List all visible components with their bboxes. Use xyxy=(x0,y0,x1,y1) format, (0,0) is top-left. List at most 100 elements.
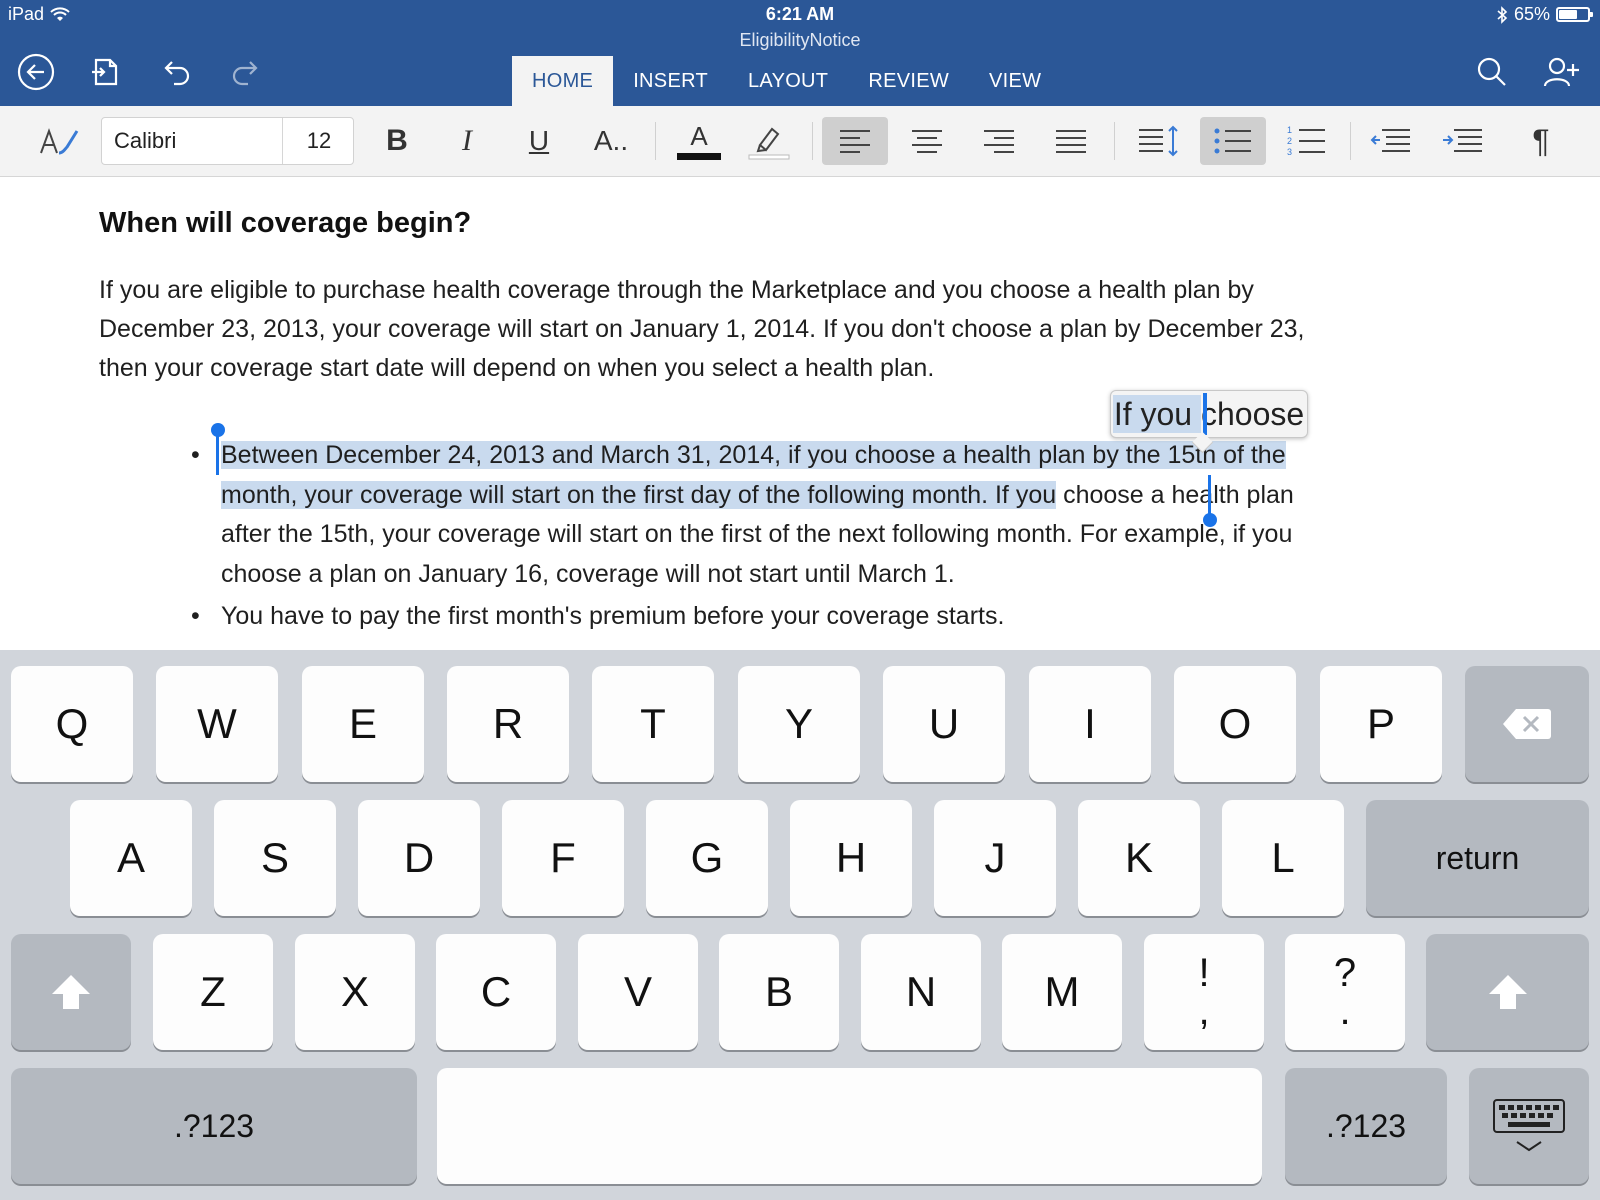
align-right-button[interactable] xyxy=(966,117,1032,165)
line-spacing-button[interactable] xyxy=(1126,117,1192,165)
justify-icon xyxy=(1056,130,1086,153)
ribbon-separator xyxy=(1350,122,1351,160)
font-color-button[interactable]: A xyxy=(666,117,732,165)
delete-key[interactable] xyxy=(1465,666,1589,782)
align-center-button[interactable] xyxy=(894,117,960,165)
key-y[interactable]: Y xyxy=(738,666,860,782)
font-name: Calibri xyxy=(114,128,177,153)
font-name-field[interactable]: Calibri 12 xyxy=(101,117,354,165)
align-right-icon xyxy=(984,130,1014,153)
key-c[interactable]: C xyxy=(436,934,556,1050)
file-icon xyxy=(92,58,118,86)
key-n[interactable]: N xyxy=(861,934,981,1050)
tab-review[interactable]: REVIEW xyxy=(848,56,969,106)
section-heading: When will coverage begin? xyxy=(99,207,472,239)
back-button[interactable] xyxy=(14,50,58,94)
key-d[interactable]: D xyxy=(358,800,480,916)
decrease-indent-button[interactable] xyxy=(1358,117,1424,165)
bold-button[interactable]: B xyxy=(364,117,430,165)
status-time: 6:21 AM xyxy=(765,4,835,24)
text-effects-button[interactable]: A.. xyxy=(578,117,644,165)
numbers-key-right[interactable]: .?123 xyxy=(1285,1068,1447,1184)
key-i[interactable]: I xyxy=(1029,666,1151,782)
undo-button[interactable] xyxy=(154,50,198,94)
line-spacing-icon xyxy=(1139,125,1178,157)
file-button[interactable] xyxy=(84,50,128,94)
key-z[interactable]: Z xyxy=(153,934,273,1050)
key-u[interactable]: U xyxy=(883,666,1005,782)
bullet-line: Between December 24, 2013 and March 31, … xyxy=(221,436,1294,476)
justify-button[interactable] xyxy=(1038,117,1104,165)
svg-text:3: 3 xyxy=(1287,147,1292,157)
add-person-icon xyxy=(1543,57,1579,87)
redo-button[interactable] xyxy=(224,50,268,94)
left-shift-key[interactable] xyxy=(11,934,131,1050)
document-canvas[interactable]: When will coverage begin? If you are eli… xyxy=(0,177,1600,650)
ribbon-separator xyxy=(655,122,656,160)
key-question-period[interactable]: ? . xyxy=(1285,934,1405,1050)
ribbon-separator xyxy=(1114,122,1115,160)
key-f[interactable]: F xyxy=(502,800,624,916)
key-h[interactable]: H xyxy=(790,800,912,916)
magnifier-text: If you choose xyxy=(1113,396,1305,432)
key-o[interactable]: O xyxy=(1174,666,1296,782)
right-shift-key[interactable] xyxy=(1426,934,1589,1050)
key-r[interactable]: R xyxy=(447,666,569,782)
key-exclamation-comma[interactable]: ! , xyxy=(1144,934,1264,1050)
italic-button[interactable]: I xyxy=(434,117,500,165)
highlighter-icon xyxy=(748,127,790,160)
bullet-text: choose a health plan xyxy=(1056,480,1294,509)
tab-insert[interactable]: INSERT xyxy=(613,56,728,106)
delete-backspace-icon xyxy=(1503,709,1551,739)
key-m[interactable]: M xyxy=(1002,934,1122,1050)
search-button[interactable] xyxy=(1470,50,1514,94)
key-a[interactable]: A xyxy=(70,800,192,916)
key-x[interactable]: X xyxy=(295,934,415,1050)
align-center-icon xyxy=(912,130,942,153)
numbers-key-left[interactable]: .?123 xyxy=(11,1068,417,1184)
shift-arrow-icon xyxy=(52,975,90,1009)
share-button[interactable] xyxy=(1540,50,1584,94)
align-left-button[interactable] xyxy=(822,117,888,165)
magnifier-caret xyxy=(1203,393,1207,435)
key-l[interactable]: L xyxy=(1222,800,1344,916)
battery-icon xyxy=(1556,7,1593,22)
highlight-button[interactable] xyxy=(736,117,802,165)
space-bar[interactable] xyxy=(437,1068,1262,1184)
selection-end-handle[interactable] xyxy=(1203,513,1217,527)
redo-icon xyxy=(232,61,258,86)
key-e[interactable]: E xyxy=(302,666,424,782)
bullets-button[interactable] xyxy=(1200,117,1266,165)
increase-indent-button[interactable] xyxy=(1430,117,1496,165)
bullet-line: You have to pay the first month's premiu… xyxy=(221,602,1005,630)
key-j[interactable]: J xyxy=(934,800,1056,916)
return-key[interactable]: return xyxy=(1366,800,1589,916)
show-formatting-button[interactable]: ¶ xyxy=(1508,117,1574,165)
numbering-button[interactable]: 1 2 3 xyxy=(1274,117,1340,165)
key-s[interactable]: S xyxy=(214,800,336,916)
tab-view[interactable]: VIEW xyxy=(969,56,1061,106)
numbered-list-icon: 1 2 3 xyxy=(1287,125,1325,157)
key-b[interactable]: B xyxy=(719,934,839,1050)
key-k[interactable]: K xyxy=(1078,800,1200,916)
key-t[interactable]: T xyxy=(592,666,714,782)
tab-home[interactable]: HOME xyxy=(512,56,614,106)
key-w[interactable]: W xyxy=(156,666,278,782)
back-arrow-icon xyxy=(17,53,55,91)
bullet-line: after the 15th, your coverage will start… xyxy=(221,520,1293,548)
dismiss-keyboard-key[interactable] xyxy=(1469,1068,1589,1184)
underline-button[interactable]: U xyxy=(506,117,572,165)
key-p[interactable]: P xyxy=(1320,666,1442,782)
key-v[interactable]: V xyxy=(578,934,698,1050)
decrease-indent-icon xyxy=(1370,129,1410,152)
key-g[interactable]: G xyxy=(646,800,768,916)
styles-button[interactable] xyxy=(26,117,92,165)
title-bar: iPad 6:21 AM EligibilityNotice 65% HOME … xyxy=(0,0,1600,106)
text-magnifier: If you choose xyxy=(1110,390,1308,454)
increase-indent-icon xyxy=(1443,129,1482,152)
font-size-field[interactable]: 12 xyxy=(282,118,355,164)
bullet-marker: • xyxy=(191,602,200,630)
keyboard-dismiss-icon xyxy=(1493,1099,1565,1152)
key-q[interactable]: Q xyxy=(11,666,133,782)
tab-layout[interactable]: LAYOUT xyxy=(728,56,848,106)
